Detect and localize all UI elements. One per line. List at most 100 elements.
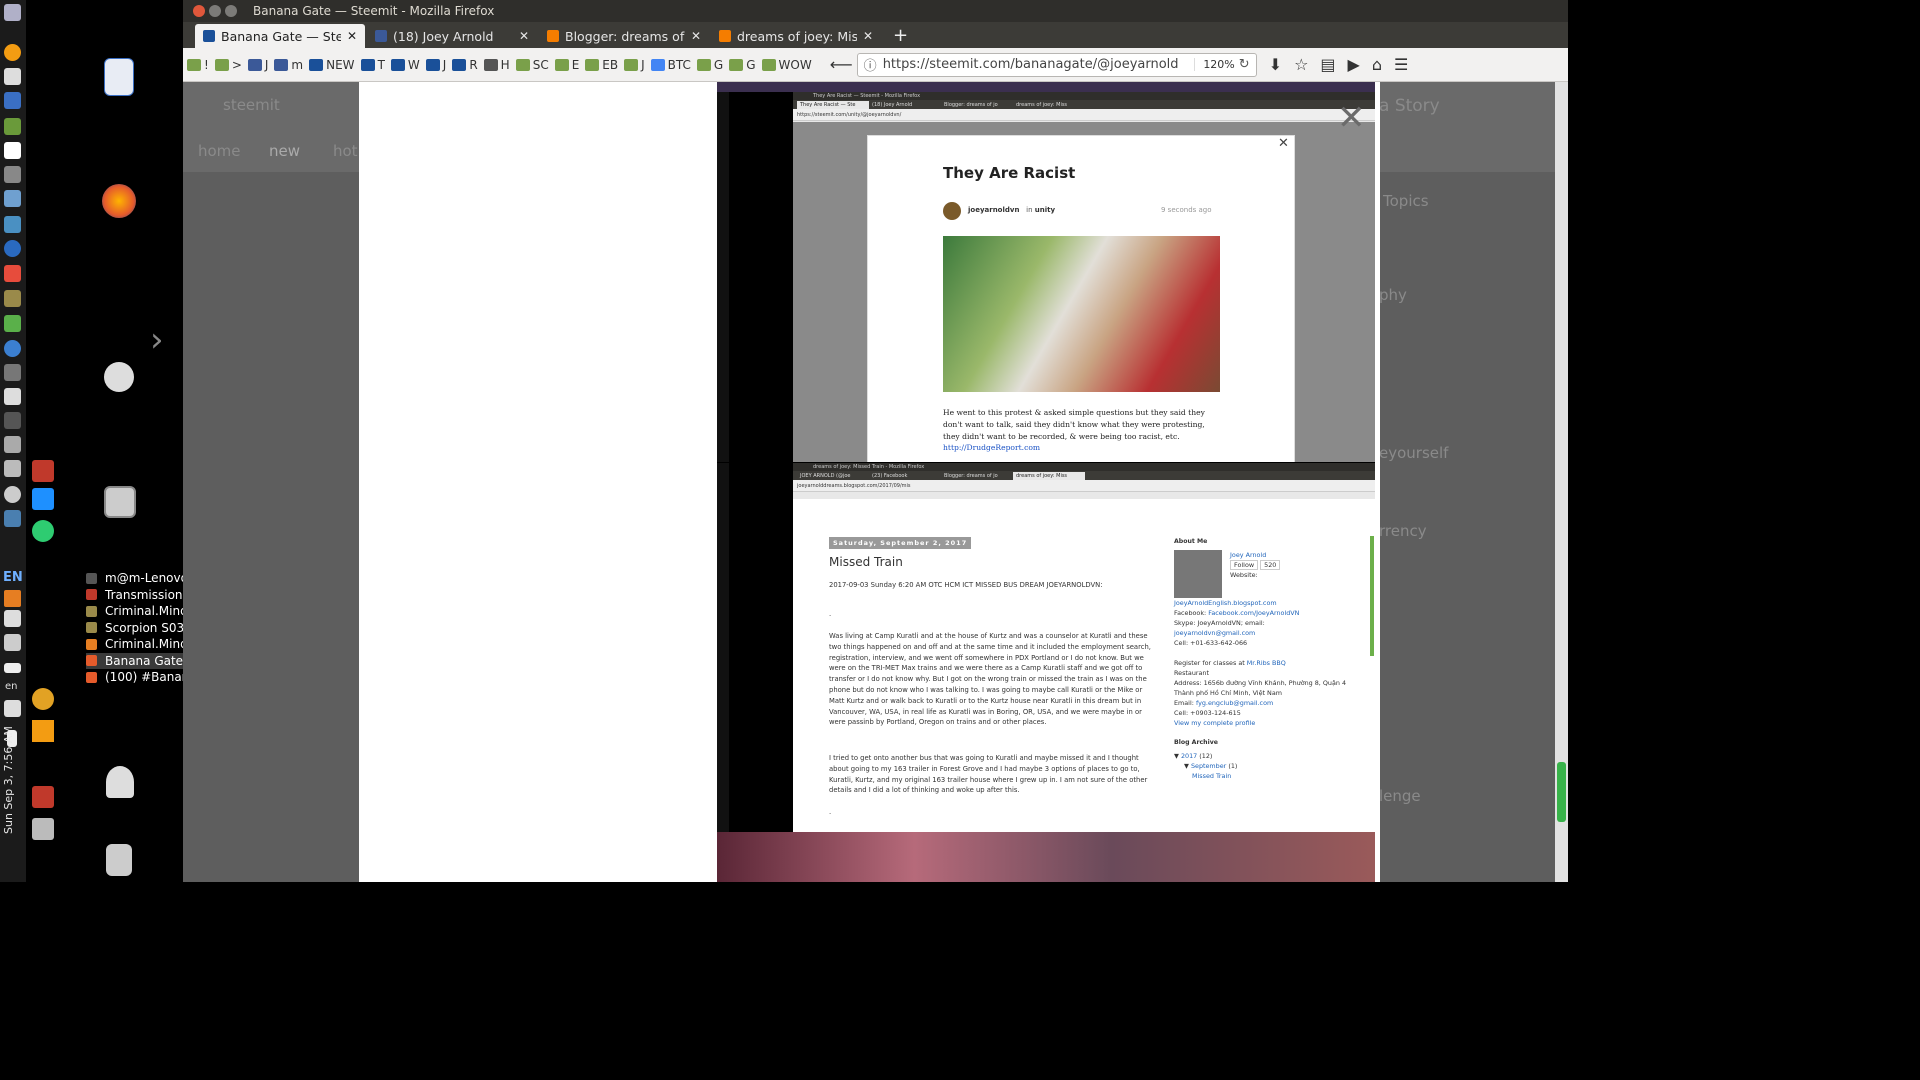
apps-icon[interactable] xyxy=(4,142,21,159)
bitcoin-icon[interactable] xyxy=(4,44,21,61)
firefox-icon[interactable] xyxy=(102,184,136,218)
ghost-right-3: phy xyxy=(1379,286,1407,304)
menu-icon[interactable]: ☰ xyxy=(1394,55,1408,74)
file-cabinet-icon[interactable] xyxy=(104,486,136,518)
bookmark-item[interactable]: E xyxy=(554,58,579,72)
bookmark-item[interactable]: J xyxy=(247,58,268,72)
reading-list-icon[interactable]: ▤ xyxy=(1320,55,1335,74)
bookmark-item[interactable]: T xyxy=(360,58,385,72)
folder-icon[interactable] xyxy=(4,290,21,307)
ubuntu-icon[interactable] xyxy=(4,265,21,282)
chevron-right-icon[interactable]: › xyxy=(150,320,164,360)
printer-icon[interactable] xyxy=(4,166,21,183)
obs-icon[interactable] xyxy=(4,486,21,503)
minimize-window-icon[interactable] xyxy=(209,5,221,17)
browser-tab[interactable]: Banana Gate — Steemit ✕ xyxy=(195,24,365,48)
inner-blog-page: Saturday, September 2, 2017 Missed Train… xyxy=(793,499,1375,832)
tab-close-icon[interactable]: ✕ xyxy=(863,29,873,43)
gamepad-icon[interactable] xyxy=(4,460,21,477)
bookmark-item[interactable]: G xyxy=(729,58,756,72)
bookmark-item[interactable]: G xyxy=(696,58,723,72)
battery-icon[interactable] xyxy=(4,663,21,673)
photo-icon[interactable] xyxy=(4,315,21,332)
spreadsheet-icon[interactable] xyxy=(4,118,21,135)
bookmark-item[interactable]: J xyxy=(624,58,645,72)
download-icon[interactable]: ⬇ xyxy=(1269,55,1282,74)
wifi-icon[interactable] xyxy=(4,610,21,627)
blog-date: Saturday, September 2, 2017 xyxy=(829,537,972,549)
vlc-launcher-icon[interactable] xyxy=(32,720,54,742)
system-menu-icon[interactable] xyxy=(4,4,21,21)
filezilla-2-icon[interactable] xyxy=(32,786,54,808)
tab-close-icon[interactable]: ✕ xyxy=(347,29,357,43)
window-title: Banana Gate — Steemit - Mozilla Firefox xyxy=(253,4,495,18)
vlc-icon[interactable] xyxy=(4,590,21,607)
site-info-icon[interactable]: ⓘ xyxy=(864,55,877,74)
dogecoin-icon[interactable] xyxy=(32,688,54,710)
browser-tab[interactable]: Blogger: dreams of joey ✕ xyxy=(539,24,709,48)
zoom-level[interactable]: 120% xyxy=(1194,58,1235,71)
bookmark-item[interactable]: NEW xyxy=(309,58,355,72)
scroll-thumb[interactable] xyxy=(1557,762,1566,822)
clock[interactable]: Sun Sep 3, 7:56 AM xyxy=(2,690,24,870)
browser-tab[interactable]: dreams of joey: Missed ✕ xyxy=(711,24,881,48)
bookmark-item[interactable]: ! xyxy=(187,58,209,72)
star-icon[interactable]: ☆ xyxy=(1294,55,1308,74)
bookmark-item[interactable]: m xyxy=(274,58,303,72)
text-editor-icon[interactable] xyxy=(4,68,21,85)
window-app-icon xyxy=(86,589,97,601)
home-icon[interactable]: ⌂ xyxy=(1372,55,1382,74)
trash-icon[interactable] xyxy=(106,844,132,876)
bookmark-item[interactable]: > xyxy=(214,58,242,72)
new-tab-button[interactable]: + xyxy=(883,25,918,48)
ghost-nav-home: home xyxy=(198,142,241,160)
window-app-icon xyxy=(86,605,97,617)
camera-icon[interactable] xyxy=(4,364,21,381)
chromium-icon[interactable] xyxy=(4,340,21,357)
bookmark-item[interactable]: BTC xyxy=(650,58,691,72)
monitor-icon[interactable] xyxy=(4,216,21,233)
media-player-icon[interactable] xyxy=(4,240,21,257)
disk-icon[interactable] xyxy=(4,190,21,207)
bookmark-icon xyxy=(483,58,498,71)
inner-firefox-1: They Are Racist — Steemit - Mozilla Fire… xyxy=(793,92,1375,462)
download-icon[interactable] xyxy=(4,634,21,651)
keyboard-layout-indicator[interactable]: EN xyxy=(3,570,23,585)
mastodon-icon[interactable] xyxy=(32,488,54,510)
screen-icon[interactable] xyxy=(4,388,21,405)
close-window-icon[interactable] xyxy=(193,5,205,17)
url-bar[interactable]: ⓘ https://steemit.com/bananagate/@joeyarn… xyxy=(856,52,1257,77)
web-page: steemit home new hot a Story Topics phy … xyxy=(183,82,1568,882)
bookmark-icon xyxy=(650,58,665,71)
page-scrollbar[interactable] xyxy=(1555,82,1568,882)
drive-icon[interactable] xyxy=(4,436,21,453)
bookmark-item[interactable]: SC xyxy=(515,58,549,72)
inner-tabs-2: JOEY ARNOLD (@joe (23) Facebook Blogger:… xyxy=(793,471,1375,480)
close-modal-button[interactable]: ✕ xyxy=(1337,98,1366,138)
youtube-icon[interactable]: ▶ xyxy=(1348,55,1360,74)
back-button[interactable]: ⟵ xyxy=(830,55,853,74)
user-switch-icon[interactable] xyxy=(106,766,134,798)
bookmark-item[interactable]: J xyxy=(425,58,446,72)
filezilla-icon[interactable] xyxy=(32,460,54,482)
document-icon[interactable] xyxy=(104,58,134,96)
maximize-window-icon[interactable] xyxy=(225,5,237,17)
bookmark-item[interactable]: W xyxy=(390,58,420,72)
url-text[interactable]: https://steemit.com/bananagate/@joeyarno… xyxy=(883,57,1195,72)
reload-icon[interactable]: ↻ xyxy=(1239,57,1250,72)
terminal-icon[interactable] xyxy=(4,412,21,429)
settings-icon[interactable] xyxy=(104,362,134,392)
bookmark-item[interactable]: H xyxy=(483,58,510,72)
tab-close-icon[interactable]: ✕ xyxy=(519,29,529,43)
blog-paragraph-1: Was living at Camp Kuratli and at the ho… xyxy=(829,632,1151,727)
bookmark-item[interactable]: EB xyxy=(585,58,618,72)
magnifier-icon[interactable] xyxy=(32,818,54,840)
network-icon[interactable] xyxy=(4,510,21,527)
bookmark-item[interactable]: WOW xyxy=(761,58,812,72)
telegram-icon[interactable] xyxy=(32,520,54,542)
calculator-icon[interactable] xyxy=(4,92,21,109)
browser-tab[interactable]: (18) Joey Arnold ✕ xyxy=(367,24,537,48)
tab-close-icon[interactable]: ✕ xyxy=(691,29,701,43)
bookmark-item[interactable]: R xyxy=(452,58,478,72)
skype-line: Skype: JoeyArnoldVN; email: xyxy=(1174,619,1265,627)
